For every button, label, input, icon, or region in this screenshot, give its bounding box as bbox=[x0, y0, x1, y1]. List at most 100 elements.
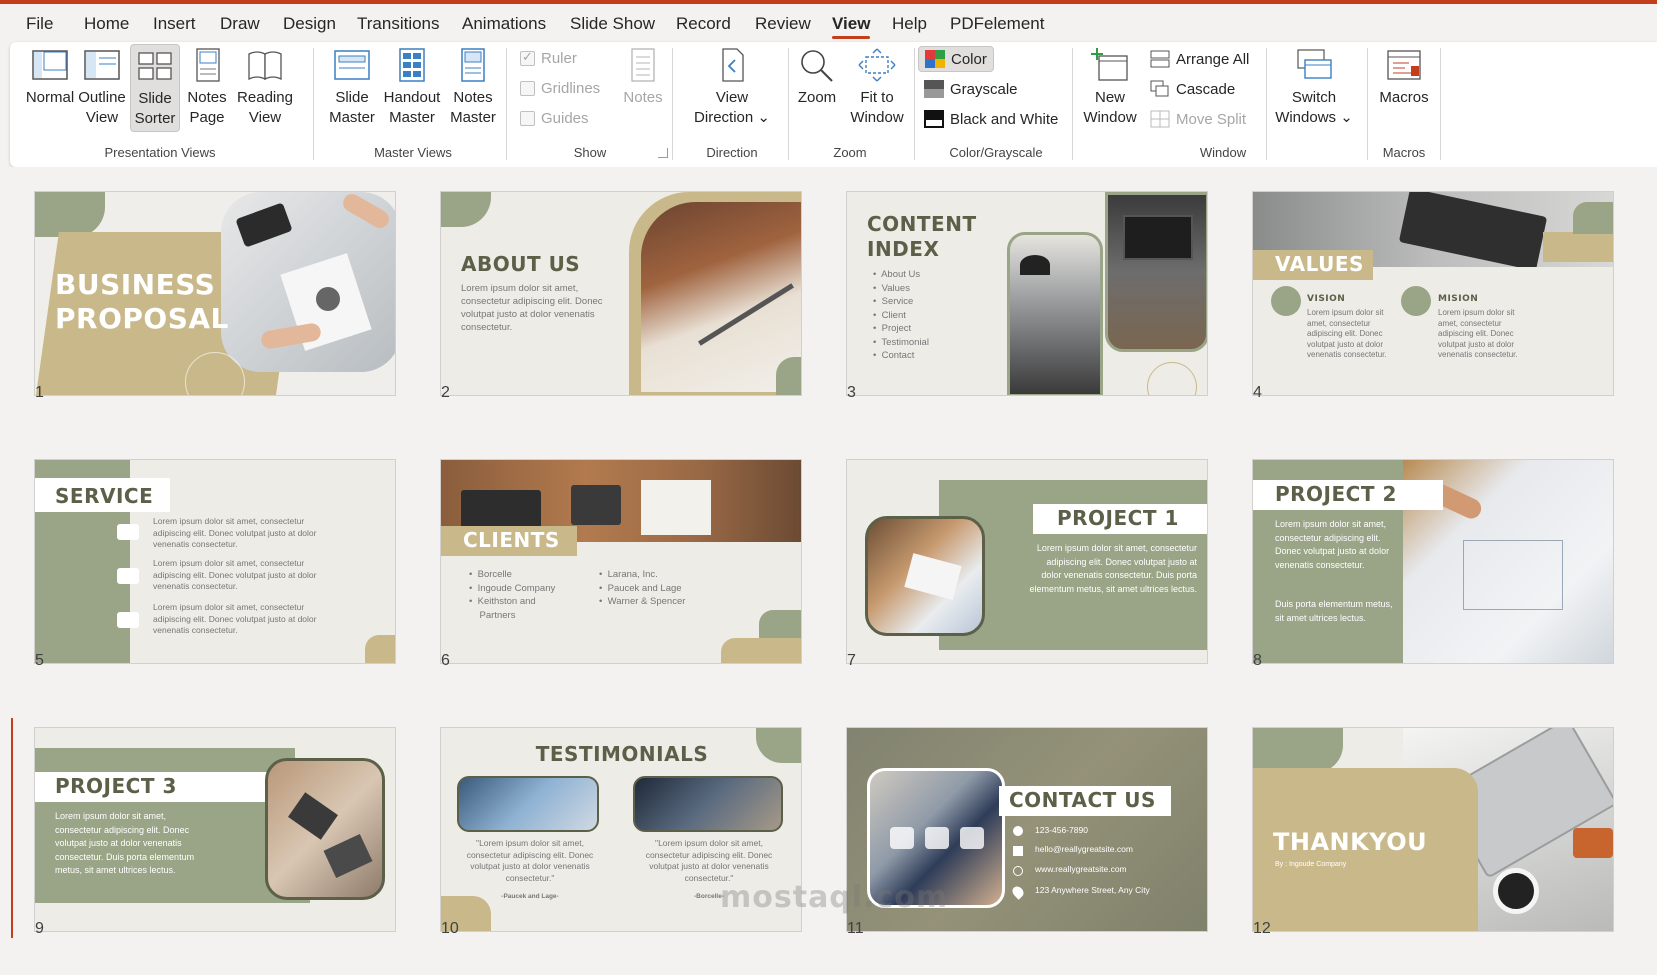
menu-review[interactable]: Review bbox=[755, 14, 811, 34]
notes-label: Notes bbox=[623, 89, 663, 106]
slide-body-1: Lorem ipsum dolor sit amet, consectetur … bbox=[1275, 519, 1390, 570]
color-label: Color bbox=[951, 50, 987, 68]
view-direction-label-2: Direction bbox=[694, 109, 754, 126]
service-item-1: Lorem ipsum dolor sit amet, consectetur … bbox=[153, 516, 317, 549]
show-dialog-launcher-icon[interactable] bbox=[658, 148, 668, 158]
notes-button[interactable]: Notes bbox=[620, 48, 666, 134]
menu-bar: File Home Insert Draw Design Transitions… bbox=[0, 4, 1657, 42]
guides-checkbox[interactable]: Guides bbox=[520, 110, 589, 127]
coffee-cup-icon bbox=[1493, 868, 1539, 914]
slide-thumbnail[interactable]: SERVICE Lorem ipsum dolor sit amet, cons… bbox=[34, 459, 396, 664]
new-window-label-1: New bbox=[1094, 89, 1125, 106]
move-split-button[interactable]: Move Split bbox=[1150, 110, 1246, 128]
contact-web: www.reallygreatsite.com bbox=[1035, 864, 1127, 874]
gear-icon bbox=[117, 612, 139, 628]
testimonial-1: "Lorem ipsum dolor sit amet, consectetur… bbox=[466, 838, 594, 883]
ribbon-separator bbox=[1266, 48, 1267, 160]
menu-record[interactable]: Record bbox=[676, 14, 731, 34]
clients-list-1: • Borcelle • Ingoude Company • Keithston… bbox=[469, 569, 556, 621]
slide-sorter-button[interactable]: Slide Sorter bbox=[130, 44, 180, 132]
slide-body: Lorem ipsum dolor sit amet, consectetur … bbox=[55, 811, 195, 875]
handout-master-button[interactable]: Handout Master bbox=[380, 48, 444, 134]
chart-paper-icon bbox=[904, 553, 962, 600]
slide-title: VALUES bbox=[1275, 252, 1364, 276]
group-label-presentation-views: Presentation Views bbox=[104, 145, 216, 160]
arrange-all-button[interactable]: Arrange All bbox=[1150, 50, 1249, 68]
slide-thumbnail[interactable]: VALUES VISION Lorem ipsum dolor sit amet… bbox=[1252, 191, 1614, 396]
slide-title: PROJECT 3 bbox=[55, 774, 177, 798]
slide-master-button[interactable]: Slide Master bbox=[326, 48, 378, 134]
laptop-icon bbox=[288, 792, 338, 840]
vision-body: Lorem ipsum dolor sit amet, consectetur … bbox=[1307, 308, 1387, 359]
decor-circle bbox=[1147, 362, 1197, 395]
reading-view-button[interactable]: Reading View bbox=[232, 48, 298, 134]
guides-label: Guides bbox=[541, 110, 589, 127]
at-icon bbox=[890, 827, 914, 849]
slide-thumbnail[interactable]: BUSINESS PROPOSAL bbox=[34, 191, 396, 396]
notes-master-button[interactable]: Notes Master bbox=[446, 48, 500, 134]
laptop-icon bbox=[323, 833, 373, 879]
view-direction-button[interactable]: View Direction ⌄ bbox=[686, 48, 778, 134]
slide-number: 12 bbox=[1253, 920, 1271, 937]
chevron-down-icon: ⌄ bbox=[1336, 109, 1353, 126]
slide-body: Lorem ipsum dolor sit amet, consectetur … bbox=[461, 283, 603, 333]
menu-transitions[interactable]: Transitions bbox=[357, 14, 440, 34]
outline-view-button[interactable]: Outline View bbox=[76, 48, 128, 134]
switch-windows-label-1: Switch bbox=[1291, 89, 1337, 106]
document-icon bbox=[641, 480, 711, 535]
slide-thumbnail[interactable]: ABOUT US Lorem ipsum dolor sit amet, con… bbox=[440, 191, 802, 396]
active-tab-underline bbox=[832, 36, 870, 39]
menu-help[interactable]: Help bbox=[892, 14, 927, 34]
menu-draw[interactable]: Draw bbox=[220, 14, 260, 34]
laptop-icon bbox=[461, 490, 541, 530]
notes-page-button[interactable]: Notes Page bbox=[182, 48, 232, 134]
new-window-icon bbox=[1091, 48, 1128, 81]
slide-thumbnail[interactable]: PROJECT 3 Lorem ipsum dolor sit amet, co… bbox=[34, 727, 396, 932]
slide-thumbnail[interactable]: PROJECT 1 Lorem ipsum dolor sit amet, co… bbox=[846, 459, 1208, 664]
group-label-macros: Macros bbox=[1382, 145, 1426, 160]
ribbon: Normal Outline View Slide Sorter Notes P… bbox=[10, 42, 1657, 167]
service-item-3: Lorem ipsum dolor sit amet, consectetur … bbox=[153, 602, 317, 635]
menu-view[interactable]: View bbox=[832, 14, 870, 34]
group-label-show: Show bbox=[573, 145, 607, 160]
menu-insert[interactable]: Insert bbox=[153, 14, 196, 34]
mail-icon bbox=[1013, 846, 1023, 856]
menu-pdfelement[interactable]: PDFelement bbox=[950, 14, 1044, 34]
shape bbox=[721, 638, 801, 663]
new-window-button[interactable]: New Window bbox=[1080, 48, 1140, 134]
gridlines-checkbox[interactable]: Gridlines bbox=[520, 80, 600, 97]
contact-phone: 123-456-7890 bbox=[1035, 825, 1088, 835]
menu-design[interactable]: Design bbox=[283, 14, 336, 34]
slide-thumbnail[interactable]: CLIENTS • Borcelle • Ingoude Company • K… bbox=[440, 459, 802, 664]
cascade-button[interactable]: Cascade bbox=[1150, 80, 1235, 98]
service-item-2: Lorem ipsum dolor sit amet, consectetur … bbox=[153, 558, 317, 591]
ruler-checkbox[interactable]: Ruler bbox=[520, 49, 577, 67]
slide-thumbnail[interactable]: PROJECT 2 Lorem ipsum dolor sit amet, co… bbox=[1252, 459, 1614, 664]
menu-file[interactable]: File bbox=[26, 14, 53, 34]
outline-label-1: Outline bbox=[78, 89, 126, 106]
normal-view-button[interactable]: Normal bbox=[22, 48, 78, 134]
fit-to-window-button[interactable]: Fit to Window bbox=[846, 48, 908, 134]
zoom-button[interactable]: Zoom bbox=[792, 48, 842, 134]
macros-button[interactable]: Macros bbox=[1374, 48, 1434, 134]
clients-list-2: • Larana, Inc. • Paucek and Lage • Warne… bbox=[599, 569, 686, 607]
notes-page-label-2: Page bbox=[189, 109, 225, 126]
slide-thumbnail[interactable]: CONTENT INDEX • About Us • Values • Servi… bbox=[846, 191, 1208, 396]
handout-master-icon bbox=[399, 48, 425, 82]
slide-thumbnail[interactable]: THANKYOU By : Ingoude Company bbox=[1252, 727, 1614, 932]
testimonial-2: "Lorem ipsum dolor sit amet, consectetur… bbox=[645, 838, 773, 883]
phone-icon bbox=[1013, 826, 1023, 836]
color-button[interactable]: Color bbox=[918, 46, 994, 72]
switch-windows-button[interactable]: Switch Windows ⌄ bbox=[1272, 48, 1356, 134]
hand-icon bbox=[339, 192, 393, 232]
slide-number: 2 bbox=[441, 384, 450, 401]
grayscale-button[interactable]: Grayscale bbox=[924, 80, 1018, 98]
black-and-white-button[interactable]: Black and White bbox=[924, 110, 1058, 128]
menu-slide-show[interactable]: Slide Show bbox=[570, 14, 655, 34]
slide-sorter-pane: BUSINESS PROPOSAL 1 ABOUT US Lorem ipsum … bbox=[0, 167, 1657, 975]
menu-home[interactable]: Home bbox=[84, 14, 129, 34]
zoom-label: Zoom bbox=[797, 89, 837, 106]
black-and-white-icon bbox=[924, 110, 944, 128]
slide-number: 5 bbox=[35, 652, 44, 669]
menu-animations[interactable]: Animations bbox=[462, 14, 546, 34]
